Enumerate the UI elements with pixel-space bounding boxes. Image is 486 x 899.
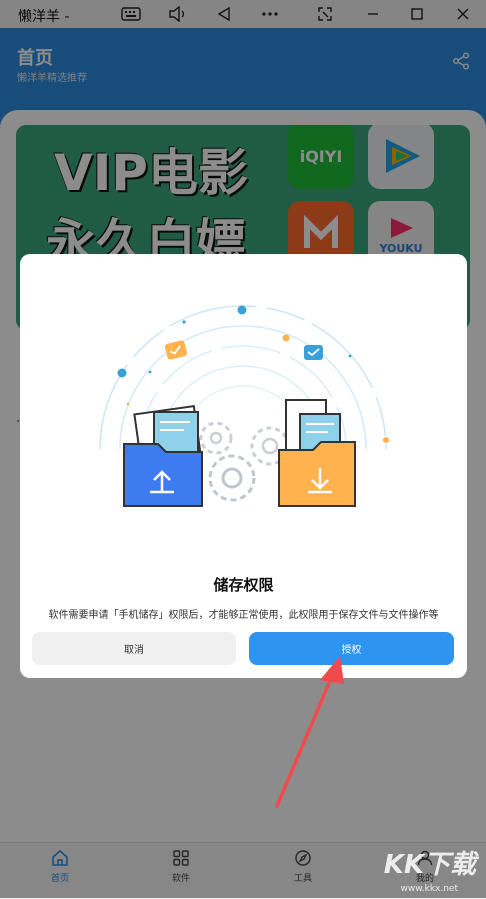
storage-permission-dialog: 储存权限 软件需要申请「手机储存」权限后，才能够正常使用，此权限用于保存文件与文…	[20, 254, 467, 678]
watermark-url: www.kkx.net	[400, 884, 459, 894]
storage-illustration	[99, 305, 389, 507]
cancel-button[interactable]: 取消	[32, 632, 236, 665]
dialog-title: 储存权限	[213, 576, 274, 594]
dialog-message: 软件需要申请「手机储存」权限后，才能够正常使用，此权限用于保存文件与文件操作等	[48, 610, 439, 621]
watermark: KK下载	[383, 850, 476, 880]
authorize-button[interactable]: 授权	[249, 632, 454, 665]
